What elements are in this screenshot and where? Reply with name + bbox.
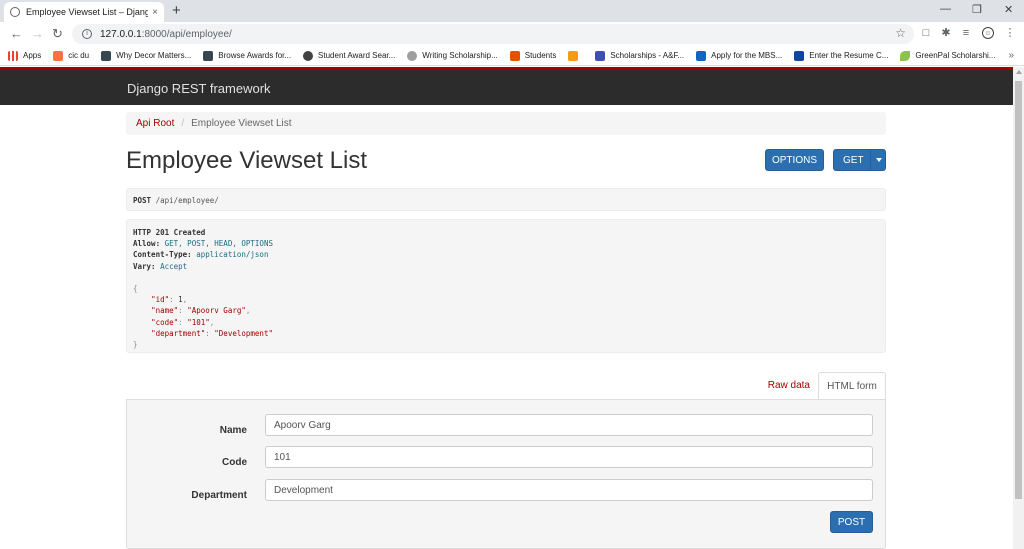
page-scrollbar[interactable] (1013, 67, 1024, 549)
get-button-label: GET (843, 154, 864, 166)
globe-icon (303, 50, 314, 61)
browser-tab[interactable]: Employee Viewset List – Django R × (4, 2, 164, 22)
bookmark-favicon-icon (595, 50, 606, 61)
bookmark-favicon-icon (794, 50, 805, 61)
department-label: Department (191, 490, 247, 501)
extensions-icon[interactable]: ✱ (940, 27, 952, 39)
breadcrumb-current: Employee Viewset List (191, 118, 292, 129)
html-form-panel: Name Code Department POST (126, 399, 886, 549)
bookmark-item[interactable]: Enter the Resume C... (794, 50, 888, 61)
address-bar[interactable]: i 127.0.0.1:8000/api/employee/ ☆ (72, 24, 914, 44)
response-header-name: Vary: (133, 261, 156, 271)
breadcrumb-separator: / (181, 118, 185, 129)
bookmarks-overflow-icon[interactable]: » (1008, 50, 1014, 61)
request-method: POST (133, 196, 152, 205)
response-header-name: Content-Type: (133, 250, 192, 260)
bookmark-favicon-icon (568, 50, 579, 61)
response-header-value: application/json (196, 250, 269, 260)
drf-navbar: Django REST framework (0, 67, 1013, 105)
json-key: "code" (151, 317, 179, 327)
bookmarks-bar: Apps cic du Why Decor Matters... Browse … (0, 46, 1024, 66)
scrollbar-thumb[interactable] (1015, 81, 1022, 499)
bookmark-item[interactable]: Student Award Sear... (303, 50, 395, 61)
menu-kebab-icon[interactable]: ⋮ (1004, 27, 1016, 39)
bookmark-favicon-icon (203, 50, 214, 61)
options-button[interactable]: OPTIONS (765, 149, 824, 171)
form-tabs: Raw data HTML form (126, 372, 886, 400)
bookmark-favicon-icon (101, 50, 112, 61)
department-input[interactable] (265, 479, 873, 501)
request-url: /api/employee/ (155, 196, 219, 205)
json-value: "Development" (214, 328, 273, 338)
minimize-icon[interactable]: — (940, 3, 951, 15)
json-value: "101" (187, 317, 210, 327)
reload-icon[interactable]: ↻ (52, 26, 63, 42)
bookmark-favicon-icon (53, 50, 64, 61)
bookmark-favicon-icon (696, 50, 707, 61)
globe-icon (407, 50, 418, 61)
json-key: "name" (151, 306, 179, 316)
apps-grid-icon (8, 50, 18, 61)
breadcrumb: Api Root / Employee Viewset List (126, 112, 886, 135)
back-icon[interactable]: ← (10, 26, 23, 42)
dropdown-divider (870, 150, 871, 170)
page-viewport: Django REST framework Api Root / Employe… (0, 67, 1013, 549)
response-header-value: GET, POST, HEAD, OPTIONS (164, 239, 273, 249)
json-close-brace: } (133, 340, 138, 350)
tab-html-form[interactable]: HTML form (818, 372, 886, 400)
tab-close-icon[interactable]: × (152, 7, 158, 18)
leaf-icon (900, 50, 911, 61)
json-key: "id" (151, 295, 170, 305)
profile-avatar-icon[interactable]: ☺ (982, 27, 994, 39)
breadcrumb-api-root[interactable]: Api Root (136, 118, 174, 129)
drf-brand-link[interactable]: Django REST framework (127, 81, 271, 96)
globe-icon (10, 7, 20, 17)
site-info-icon[interactable]: i (82, 29, 92, 39)
json-value: "Apoorv Garg" (187, 306, 246, 316)
json-key: "department" (151, 328, 206, 338)
new-tab-button[interactable]: + (172, 2, 181, 20)
bookmark-item[interactable]: Writing Scholarship... (407, 50, 498, 61)
post-button[interactable]: POST (830, 511, 873, 533)
name-label: Name (219, 425, 247, 436)
browser-toolbar: ← → ↻ i 127.0.0.1:8000/api/employee/ ☆ □… (0, 22, 1024, 46)
bookmark-item[interactable]: Scholarships - A&F... (595, 50, 684, 61)
scroll-up-arrow-icon[interactable] (1016, 70, 1022, 74)
code-label: Code (222, 457, 247, 468)
bookmark-item[interactable]: Browse Awards for... (203, 50, 291, 61)
request-info: POST /api/employee/ (126, 188, 886, 211)
response-header-value: Accept (160, 261, 188, 271)
caret-down-icon[interactable] (876, 158, 882, 162)
restore-icon[interactable]: ❐ (972, 3, 982, 16)
response-info: HTTP 201 Created Allow: GET, POST, HEAD,… (126, 219, 886, 353)
bookmark-item[interactable]: Apps (8, 50, 41, 61)
response-header-name: Allow: (133, 239, 161, 249)
tab-title: Employee Viewset List – Django R (26, 7, 149, 17)
tab-raw-data[interactable]: Raw data (768, 380, 810, 391)
reading-list-icon[interactable]: ≡ (960, 27, 972, 39)
forward-icon[interactable]: → (31, 26, 44, 42)
cast-icon[interactable]: □ (920, 27, 932, 39)
bookmark-item[interactable]: Students (509, 50, 556, 61)
page-title: Employee Viewset List (126, 147, 368, 174)
bookmark-item[interactable]: Apply for the MBS... (696, 50, 782, 61)
bookmark-item[interactable]: cic du (53, 50, 89, 61)
code-input[interactable] (265, 446, 873, 468)
browser-tab-strip: Employee Viewset List – Django R × + — ❐… (0, 0, 1024, 22)
bookmark-item[interactable] (568, 50, 583, 61)
url-host: 127.0.0.1 (100, 28, 142, 40)
bookmark-star-icon[interactable]: ☆ (895, 26, 906, 40)
bookmark-item[interactable]: GreenPal Scholarshi... (900, 50, 995, 61)
window-close-icon[interactable]: ✕ (1004, 3, 1013, 16)
json-open-brace: { (133, 284, 138, 294)
get-button[interactable]: GET (833, 149, 886, 171)
url-path: :8000/api/employee/ (141, 28, 232, 40)
bookmark-favicon-icon (509, 50, 520, 61)
response-status: HTTP 201 Created (133, 228, 206, 237)
name-input[interactable] (265, 414, 873, 436)
bookmark-item[interactable]: Why Decor Matters... (101, 50, 191, 61)
